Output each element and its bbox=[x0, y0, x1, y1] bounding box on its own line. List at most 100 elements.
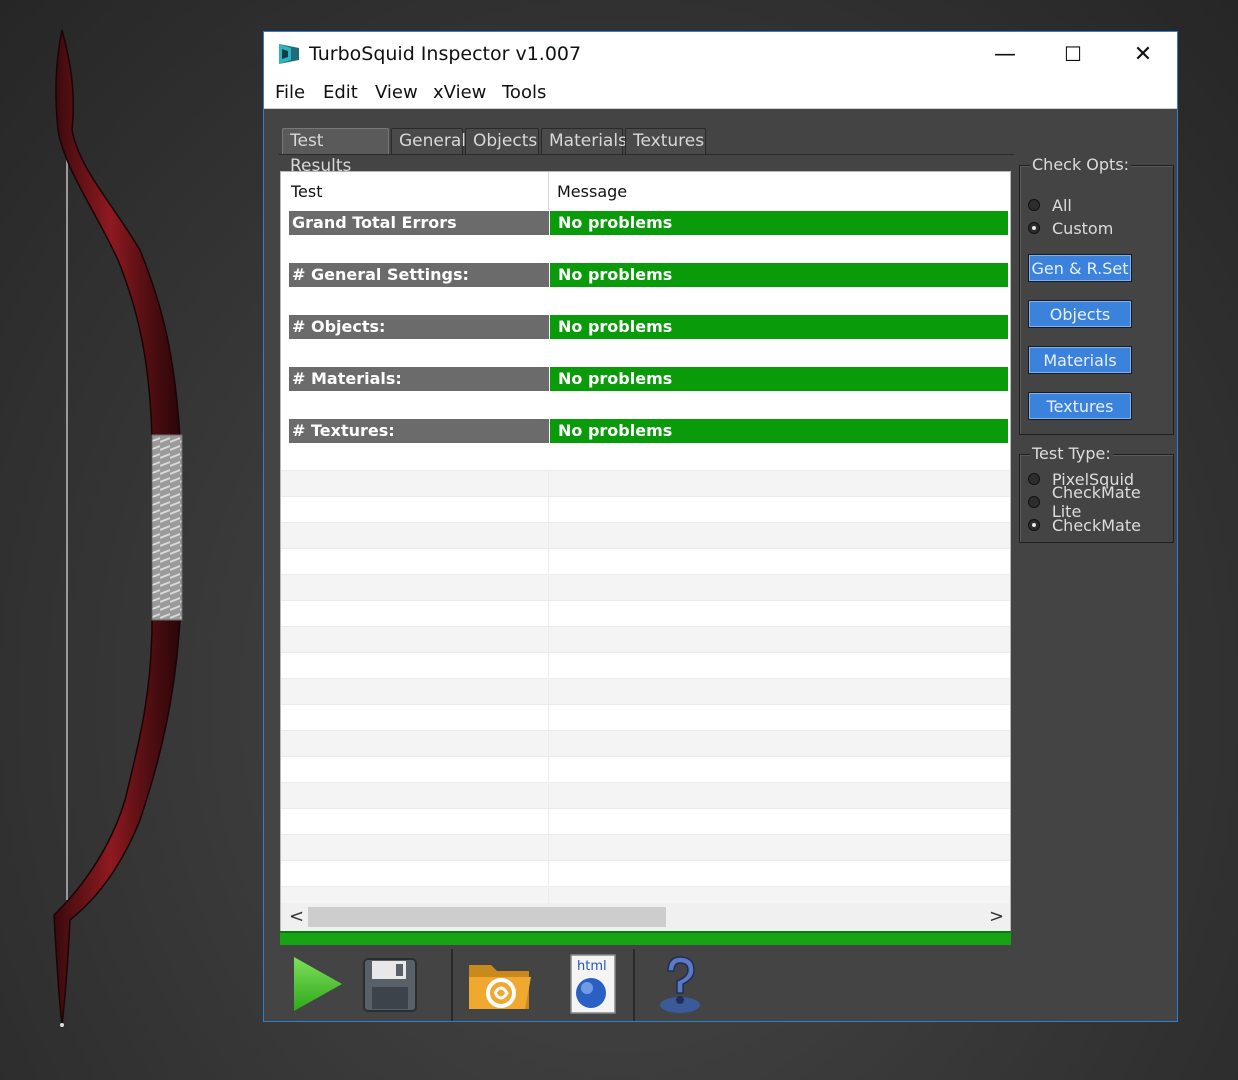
column-header-message[interactable]: Message bbox=[557, 182, 627, 201]
column-divider bbox=[548, 549, 549, 575]
empty-row bbox=[281, 626, 1010, 653]
check-opts-label: Check Opts: bbox=[1030, 155, 1132, 174]
svg-text:html: html bbox=[577, 959, 607, 974]
radio-all-label: All bbox=[1052, 195, 1072, 215]
check-opts-group: Check Opts: All Custom Gen & R.Set Objec… bbox=[1019, 155, 1174, 435]
empty-row bbox=[281, 834, 1010, 861]
results-list[interactable]: Test Message Grand Total Errors No probl… bbox=[280, 171, 1011, 932]
tab-general[interactable]: General bbox=[391, 128, 466, 154]
column-divider bbox=[548, 523, 549, 549]
table-row[interactable]: Grand Total Errors No problems bbox=[281, 210, 1010, 236]
open-folder-icon[interactable] bbox=[465, 953, 535, 1015]
empty-row bbox=[281, 470, 1010, 497]
empty-row bbox=[281, 678, 1010, 705]
bottom-toolbar: html bbox=[280, 947, 1011, 1021]
toolbar-separator bbox=[633, 949, 635, 1021]
empty-row bbox=[281, 860, 1010, 887]
column-divider bbox=[548, 731, 549, 757]
table-row-spacer bbox=[281, 236, 1010, 262]
test-cell: # General Settings: bbox=[289, 263, 549, 287]
toolbar-separator bbox=[451, 949, 453, 1021]
column-header-test[interactable]: Test bbox=[291, 182, 323, 201]
menu-xview[interactable]: xView bbox=[433, 82, 486, 103]
list-header: Test Message bbox=[281, 172, 1010, 210]
menu-file[interactable]: File bbox=[275, 82, 305, 103]
column-divider bbox=[548, 861, 549, 887]
help-icon[interactable] bbox=[650, 953, 710, 1015]
radio-checkmate-label: CheckMate bbox=[1052, 515, 1141, 535]
materials-button[interactable]: Materials bbox=[1028, 346, 1132, 374]
tab-objects[interactable]: Objects bbox=[465, 128, 539, 154]
empty-row bbox=[281, 522, 1010, 549]
empty-row bbox=[281, 756, 1010, 783]
test-cell: Grand Total Errors bbox=[289, 211, 549, 235]
table-row-spacer bbox=[281, 444, 1010, 470]
textures-button[interactable]: Textures bbox=[1028, 392, 1132, 420]
column-divider bbox=[548, 627, 549, 653]
column-divider bbox=[548, 783, 549, 809]
menu-view[interactable]: View bbox=[375, 82, 418, 103]
column-divider bbox=[548, 575, 549, 601]
column-divider bbox=[548, 757, 549, 783]
app-logo-icon bbox=[279, 44, 299, 64]
minimize-button[interactable]: — bbox=[971, 32, 1039, 76]
objects-button[interactable]: Objects bbox=[1028, 300, 1132, 328]
radio-dot-selected bbox=[1028, 222, 1040, 234]
empty-row bbox=[281, 782, 1010, 809]
table-row-spacer bbox=[281, 340, 1010, 366]
play-icon[interactable] bbox=[290, 953, 350, 1015]
table-row[interactable]: # Textures: No problems bbox=[281, 418, 1010, 444]
empty-row bbox=[281, 808, 1010, 835]
horizontal-scrollbar[interactable]: < > bbox=[281, 903, 1010, 931]
column-divider bbox=[548, 471, 549, 497]
save-icon[interactable] bbox=[360, 953, 420, 1015]
test-cell: # Materials: bbox=[289, 367, 549, 391]
column-divider bbox=[548, 497, 549, 523]
radio-dot bbox=[1028, 496, 1040, 508]
test-cell: # Objects: bbox=[289, 315, 549, 339]
empty-row bbox=[281, 574, 1010, 601]
column-divider bbox=[548, 601, 549, 627]
empty-row bbox=[281, 548, 1010, 575]
message-cell: No problems bbox=[550, 315, 1008, 339]
inspector-window: TurboSquid Inspector v1.007 — ☐ ✕ File E… bbox=[263, 31, 1178, 1022]
table-row[interactable]: # Objects: No problems bbox=[281, 314, 1010, 340]
test-type-group: Test Type: PixelSquid CheckMate Lite Che… bbox=[1019, 444, 1174, 543]
column-divider[interactable] bbox=[548, 172, 549, 210]
message-cell: No problems bbox=[550, 419, 1008, 443]
menu-tools[interactable]: Tools bbox=[502, 82, 546, 103]
radio-dot-selected bbox=[1028, 519, 1040, 531]
test-cell: # Textures: bbox=[289, 419, 549, 443]
table-row-spacer bbox=[281, 392, 1010, 418]
scroll-left-arrow[interactable]: < bbox=[289, 906, 304, 927]
html-export-icon[interactable]: html bbox=[563, 953, 623, 1015]
table-row-spacer bbox=[281, 288, 1010, 314]
radio-dot bbox=[1028, 199, 1040, 211]
radio-checkmate-lite[interactable]: CheckMate Lite bbox=[1028, 483, 1173, 521]
gen-rset-button[interactable]: Gen & R.Set bbox=[1028, 254, 1132, 282]
bow-3d-model bbox=[53, 29, 183, 1027]
close-button[interactable]: ✕ bbox=[1109, 32, 1177, 76]
radio-custom[interactable]: Custom bbox=[1028, 218, 1113, 238]
title-bar[interactable]: TurboSquid Inspector v1.007 — ☐ ✕ bbox=[264, 32, 1177, 76]
progress-bar bbox=[280, 931, 1011, 945]
maximize-button[interactable]: ☐ bbox=[1039, 32, 1107, 76]
tab-test-results[interactable]: Test Results bbox=[282, 128, 389, 176]
tab-textures[interactable]: Textures bbox=[625, 128, 706, 154]
test-type-label: Test Type: bbox=[1030, 444, 1113, 463]
column-divider bbox=[548, 809, 549, 835]
empty-row bbox=[281, 704, 1010, 731]
window-title: TurboSquid Inspector v1.007 bbox=[309, 43, 582, 65]
table-row[interactable]: # Materials: No problems bbox=[281, 366, 1010, 392]
empty-row bbox=[281, 730, 1010, 757]
tab-materials[interactable]: Materials bbox=[541, 128, 627, 154]
message-cell: No problems bbox=[550, 367, 1008, 391]
message-cell: No problems bbox=[550, 211, 1008, 235]
table-row[interactable]: # General Settings: No problems bbox=[281, 262, 1010, 288]
menu-edit[interactable]: Edit bbox=[323, 82, 358, 103]
scrollbar-thumb[interactable] bbox=[308, 907, 666, 927]
radio-all[interactable]: All bbox=[1028, 195, 1072, 215]
scroll-right-arrow[interactable]: > bbox=[989, 906, 1004, 927]
radio-checkmate[interactable]: CheckMate bbox=[1028, 515, 1141, 535]
menu-bar: File Edit View xView Tools bbox=[264, 76, 1177, 109]
